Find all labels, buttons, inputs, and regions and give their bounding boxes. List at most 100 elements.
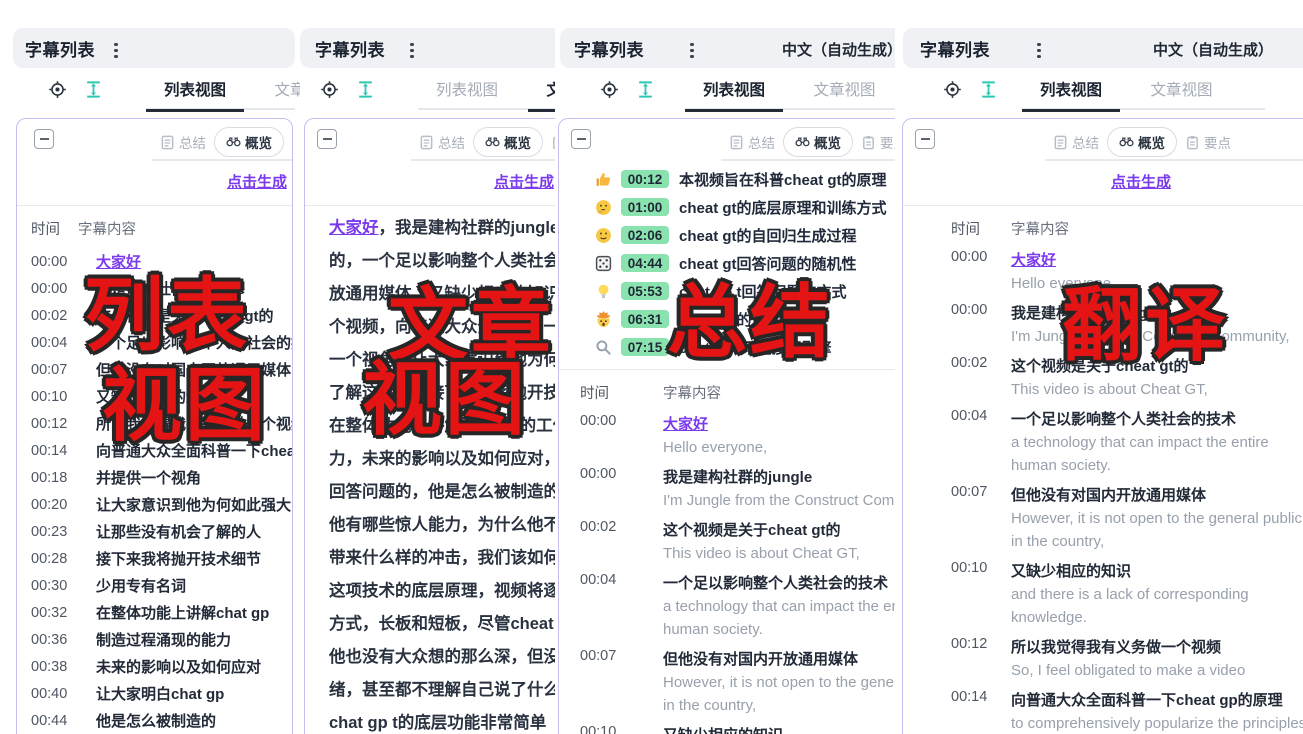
summary-tab-概览[interactable]: 概览 [214,127,284,157]
panel-overview: 字幕列表 中文（自动生成） 列表视图 文章视图 总结概览要点 00:12本视频旨… [555,0,895,734]
subtitle-row[interactable]: 00:38未来的影响以及如何应对 [17,654,292,681]
binoculars-icon [226,135,241,150]
subtitle-row[interactable]: 00:07但他没有对国内开放通用媒体However, it is not ope… [903,484,1303,553]
chip-timestamp[interactable]: 07:15 [621,338,669,356]
article-line: chat gp t的底层功能非常简单 [329,707,555,734]
row-text-en: a technology that can impact the entire [1011,431,1303,454]
tab-list-view[interactable]: 列表视图 [685,74,783,112]
chip-timestamp[interactable]: 01:00 [621,198,669,216]
list-header: 时间 字幕内容 [903,206,1303,249]
chip-timestamp[interactable]: 06:31 [621,310,669,328]
tab-article-view[interactable]: 文章视图 [795,74,893,109]
locate-subtitle-icon[interactable] [48,80,67,99]
row-text-zh[interactable]: 大家好 [1011,249,1303,272]
tab-article-view[interactable]: 文章视图 [528,74,555,112]
row-text-zh[interactable]: 大家好 [663,413,895,436]
subtitle-row[interactable]: 00:04一个足以影响整个人类社会的技术a technology that ca… [903,408,1303,477]
row-time: 00:20 [31,492,78,519]
generate-summary-link[interactable]: 点击生成 [227,174,287,191]
subtitle-row[interactable]: 00:02这个视频是关于cheat gt的This video is about… [559,519,895,565]
summary-tab-总结[interactable]: 总结 [721,128,783,159]
row-text-en: However, it is not open to the general p… [1011,507,1303,530]
subtitle-row[interactable]: 00:12所以我觉得我有义务做一个视频So, I feel obligated … [903,636,1303,682]
article-line: 绪，甚至都不理解自己说了什么， [329,674,555,707]
tab-article-view[interactable]: 文章视图 [256,74,300,109]
summary-tab-要点[interactable]: 要点 [543,128,555,159]
expand-vertical-icon[interactable] [84,80,103,99]
subtitle-row[interactable]: 00:20让大家意识到他为何如此强大 [17,492,292,519]
row-time: 00:30 [31,573,78,600]
kebab-menu-icon[interactable] [1035,38,1043,63]
subtitle-row[interactable]: 00:10又缺少相应的知识and there is a lack of corr… [903,560,1303,629]
collapse-button[interactable] [317,129,337,149]
summary-tab-概览[interactable]: 概览 [783,127,853,157]
summary-tab-要点[interactable]: 要点 [284,128,293,159]
language-label[interactable]: 中文（自动生成） [1153,39,1273,60]
subtitle-row[interactable]: 00:00我是建构社群的jungleI'm Jungle from the Co… [559,466,895,512]
subtitle-row[interactable]: 00:44他是怎么被制造的 [17,708,292,734]
subtitle-row[interactable]: 00:30少用专有名词 [17,573,292,600]
subtitle-row[interactable]: 00:28接下来我将抛开技术细节 [17,546,292,573]
document-icon [729,135,744,150]
tab-list-view[interactable]: 列表视图 [1022,74,1120,112]
expand-vertical-icon[interactable] [356,80,375,99]
article-lead-link[interactable]: 大家好 [329,219,379,237]
row-time: 00:07 [580,648,663,717]
chip-timestamp[interactable]: 05:53 [621,282,669,300]
chip-timestamp[interactable]: 00:12 [621,170,669,188]
collapse-button[interactable] [571,129,591,149]
generate-summary-link[interactable]: 点击生成 [494,174,554,191]
kebab-menu-icon[interactable] [112,38,120,63]
overview-chip-row[interactable]: 04:44cheat gt回答问题的随机性 [559,249,895,277]
clipboard-icon [1185,135,1200,150]
row-text-en: This video is about Cheat GT, [1011,378,1303,401]
row-time: 00:23 [31,519,78,546]
generate-summary-link[interactable]: 点击生成 [1111,174,1171,191]
locate-subtitle-icon[interactable] [320,80,339,99]
kebab-menu-icon[interactable] [408,38,416,63]
summary-tab-总结[interactable]: 总结 [1045,128,1107,159]
panel-article-view: 字幕列表 列表视图 文章视图 总结概览要点 点击生成 大家好，我是建构社群的ju… [300,0,555,734]
collapse-button[interactable] [915,129,935,149]
summary-tab-要点[interactable]: 要点 [1177,128,1239,159]
subtitle-row[interactable]: 00:10又缺少相应的知识 [559,724,895,734]
row-time: 00:38 [31,654,78,681]
subtitle-row[interactable]: 00:00大家好Hello everyone, [559,413,895,459]
summary-tab-概览[interactable]: 概览 [1107,127,1177,157]
subtitle-row[interactable]: 00:07但他没有对国内开放通用媒体However, it is not ope… [559,648,895,717]
language-label[interactable]: 中文（自动生成） [782,39,895,60]
view-tab-bar: 列表视图 文章视图 [555,74,895,112]
tab-article-view[interactable]: 文章视图 [1132,74,1230,109]
chip-timestamp[interactable]: 04:44 [621,254,669,272]
row-text-en: Hello everyone, [663,436,895,459]
summary-tab-概览[interactable]: 概览 [473,127,543,157]
subtitle-row[interactable]: 00:32在整体功能上讲解chat gp [17,600,292,627]
row-text-zh: 并提供一个视角 [96,465,292,492]
light-bulb-emoji [595,283,612,300]
magnifying-glass-emoji [595,339,612,356]
overview-chip-row[interactable]: 01:00cheat gt的底层原理和训练方式 [559,193,895,221]
expand-vertical-icon[interactable] [636,80,655,99]
subtitle-row[interactable]: 00:04一个足以影响整个人类社会的技术a technology that ca… [559,572,895,641]
overview-chip-row[interactable]: 02:06cheat gt的自回归生成过程 [559,221,895,249]
summary-tab-总结[interactable]: 总结 [152,128,214,159]
collapse-button[interactable] [34,129,54,149]
kebab-menu-icon[interactable] [688,38,696,63]
subtitle-row[interactable]: 00:14向普通大众全面科普一下cheat gp的原理to comprehens… [903,689,1303,734]
divider [305,205,555,206]
row-text-zh: 但他没有对国内开放通用媒体 [663,648,895,671]
subtitle-row[interactable]: 00:40让大家明白chat gp [17,681,292,708]
chip-timestamp[interactable]: 02:06 [621,226,669,244]
locate-subtitle-icon[interactable] [600,80,619,99]
overview-chip-row[interactable]: 00:12本视频旨在科普cheat gt的原理 [559,165,895,193]
tab-list-view[interactable]: 列表视图 [418,74,516,109]
subtitle-row[interactable]: 00:23让那些没有机会了解的人 [17,519,292,546]
row-time: 00:10 [31,384,78,411]
summary-tab-总结[interactable]: 总结 [411,128,473,159]
tab-list-view[interactable]: 列表视图 [146,74,244,112]
summary-tab-要点[interactable]: 要点 [853,128,895,159]
expand-vertical-icon[interactable] [979,80,998,99]
locate-subtitle-icon[interactable] [943,80,962,99]
subtitle-row[interactable]: 00:18并提供一个视角 [17,465,292,492]
subtitle-row[interactable]: 00:36制造过程涌现的能力 [17,627,292,654]
